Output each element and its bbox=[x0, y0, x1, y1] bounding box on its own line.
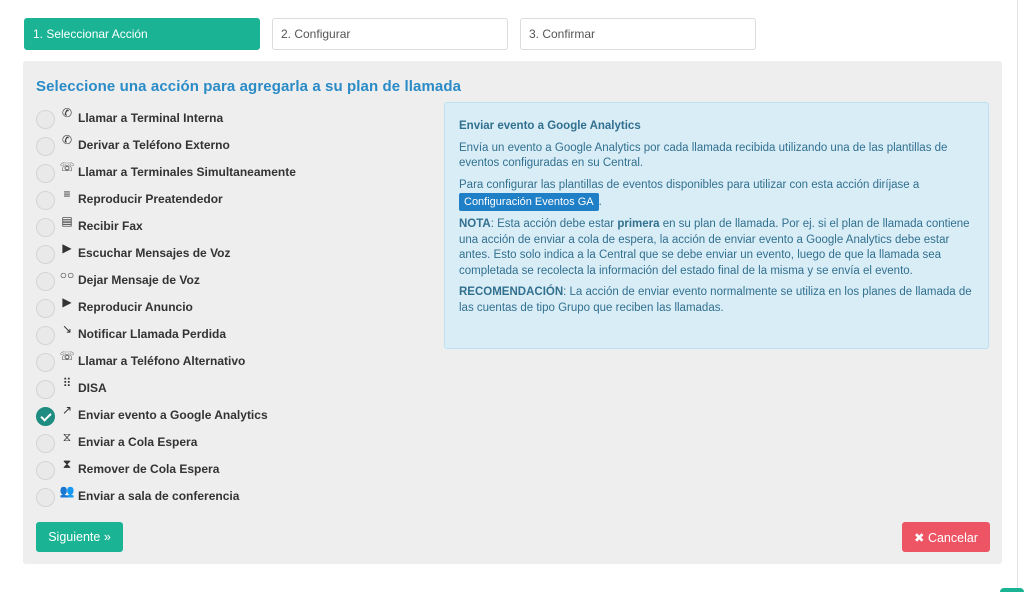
radio-unchecked[interactable] bbox=[36, 218, 55, 237]
dialpad-icon: ⠿ bbox=[62, 376, 72, 390]
ga-events-config-link[interactable]: Configuración Eventos GA bbox=[459, 193, 599, 211]
action-option-label: DISA bbox=[78, 381, 107, 395]
next-button[interactable]: Siguiente » bbox=[36, 522, 123, 552]
document-icon: ▤ bbox=[61, 214, 73, 228]
radio-unchecked[interactable] bbox=[36, 110, 55, 129]
radio-unchecked[interactable] bbox=[36, 326, 55, 345]
note-text-a: : Esta acción debe estar bbox=[490, 218, 618, 230]
phone-forward-icon: ✆ bbox=[61, 133, 73, 147]
radio-unchecked[interactable] bbox=[36, 488, 55, 507]
action-option-label: Enviar a sala de conferencia bbox=[78, 489, 240, 503]
info-config-text: Para configurar las plantillas de evento… bbox=[459, 178, 974, 211]
info-box: Enviar evento a Google Analytics Envía u… bbox=[444, 102, 989, 349]
action-option-label: Enviar evento a Google Analytics bbox=[78, 408, 268, 422]
phone-alt-icon: ☏ bbox=[59, 349, 75, 363]
action-option[interactable]: ↘ Notificar Llamada Perdida bbox=[36, 321, 436, 348]
step-select-action[interactable]: 1. Seleccionar Acción bbox=[24, 18, 260, 50]
missed-call-icon: ↘ bbox=[61, 322, 73, 336]
voicemail-icon: ○○ bbox=[59, 268, 75, 282]
hourglass-icon: ⧖ bbox=[62, 430, 72, 444]
phone-icon: ✆ bbox=[61, 106, 73, 120]
action-option-label: Notificar Llamada Perdida bbox=[78, 327, 227, 341]
info-config-prefix: Para configurar las plantillas de evento… bbox=[459, 178, 920, 191]
recommendation-label: RECOMENDACIÓN bbox=[459, 286, 564, 298]
action-option-label: Escuchar Mensajes de Voz bbox=[78, 246, 231, 260]
action-option[interactable]: ⠿ DISA bbox=[36, 375, 436, 402]
corner-tab[interactable] bbox=[1000, 588, 1024, 592]
action-panel: Seleccione una acción para agregarla a s… bbox=[23, 61, 1002, 564]
radio-unchecked[interactable] bbox=[36, 380, 55, 399]
action-option-label: Derivar a Teléfono Externo bbox=[78, 138, 230, 152]
app-frame: 1. Seleccionar Acción 2. Configurar 3. C… bbox=[0, 0, 1018, 592]
group-icon: 👥 bbox=[59, 484, 75, 498]
radio-unchecked[interactable] bbox=[36, 299, 55, 318]
action-option[interactable]: ≡ Reproducir Preatendedor bbox=[36, 186, 436, 213]
radio-unchecked[interactable] bbox=[36, 353, 55, 372]
action-option-label: Remover de Cola Espera bbox=[78, 462, 220, 476]
action-option-label: Llamar a Terminal Interna bbox=[78, 111, 224, 125]
note-label: NOTA bbox=[459, 218, 491, 230]
radio-unchecked[interactable] bbox=[36, 164, 55, 183]
action-option[interactable]: ↗ Enviar evento a Google Analytics bbox=[36, 402, 436, 429]
action-option[interactable]: ▤ Recibir Fax bbox=[36, 213, 436, 240]
action-option-label: Reproducir Anuncio bbox=[78, 300, 193, 314]
action-option[interactable]: ○○ Dejar Mensaje de Voz bbox=[36, 267, 436, 294]
action-option-label: Llamar a Teléfono Alternativo bbox=[78, 354, 246, 368]
radio-unchecked[interactable] bbox=[36, 272, 55, 291]
cancel-button[interactable]: ✖ Cancelar bbox=[902, 522, 990, 552]
action-option[interactable]: ▶ Escuchar Mensajes de Voz bbox=[36, 240, 436, 267]
hourglass-filled-icon: ⧗ bbox=[62, 457, 72, 471]
radio-unchecked[interactable] bbox=[36, 191, 55, 210]
action-option[interactable]: ☏ Llamar a Teléfono Alternativo bbox=[36, 348, 436, 375]
wizard-steps: 1. Seleccionar Acción 2. Configurar 3. C… bbox=[24, 18, 756, 50]
play-icon: ▶ bbox=[62, 295, 72, 309]
radio-unchecked[interactable] bbox=[36, 137, 55, 156]
step-confirm[interactable]: 3. Confirmar bbox=[520, 18, 756, 50]
note-bold: primera bbox=[617, 218, 660, 230]
info-config-suffix: . bbox=[598, 196, 602, 208]
step-configure[interactable]: 2. Configurar bbox=[272, 18, 508, 50]
action-option[interactable]: 👥 Enviar a sala de conferencia bbox=[36, 483, 436, 510]
action-option[interactable]: ✆ Llamar a Terminal Interna bbox=[36, 105, 436, 132]
action-option-label: Llamar a Terminales Simultaneamente bbox=[78, 165, 296, 179]
action-option[interactable]: ▶ Reproducir Anuncio bbox=[36, 294, 436, 321]
action-option[interactable]: ⧗ Remover de Cola Espera bbox=[36, 456, 436, 483]
info-title: Enviar evento a Google Analytics bbox=[459, 120, 641, 132]
phone-multi-icon: ☏ bbox=[59, 160, 75, 174]
info-recommendation: RECOMENDACIÓN: La acción de enviar event… bbox=[459, 285, 974, 316]
radio-unchecked[interactable] bbox=[36, 461, 55, 480]
radio-unchecked[interactable] bbox=[36, 434, 55, 453]
radio-checked[interactable] bbox=[36, 407, 55, 426]
info-note: NOTA: Esta acción debe estar primera en … bbox=[459, 217, 974, 279]
action-option[interactable]: ✆ Derivar a Teléfono Externo bbox=[36, 132, 436, 159]
playlist-icon: ≡ bbox=[63, 187, 71, 201]
panel-title: Seleccione una acción para agregarla a s… bbox=[36, 78, 462, 95]
trend-arrow-icon: ↗ bbox=[61, 403, 73, 417]
play-icon: ▶ bbox=[62, 241, 72, 255]
action-options-list: ✆ Llamar a Terminal Interna ✆ Derivar a Tel… bbox=[36, 105, 436, 510]
action-option[interactable]: ☏ Llamar a Terminales Simultaneamente bbox=[36, 159, 436, 186]
info-description: Envía un evento a Google Analytics por c… bbox=[459, 141, 948, 170]
action-option-label: Dejar Mensaje de Voz bbox=[78, 273, 200, 287]
action-option-label: Recibir Fax bbox=[78, 219, 143, 233]
action-option-label: Reproducir Preatendedor bbox=[78, 192, 223, 206]
action-option[interactable]: ⧖ Enviar a Cola Espera bbox=[36, 429, 436, 456]
action-option-label: Enviar a Cola Espera bbox=[78, 435, 198, 449]
radio-unchecked[interactable] bbox=[36, 245, 55, 264]
